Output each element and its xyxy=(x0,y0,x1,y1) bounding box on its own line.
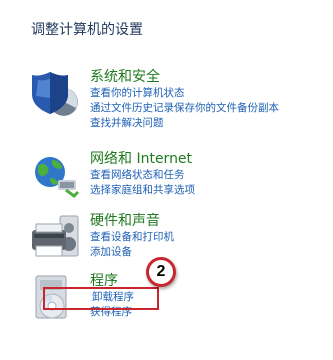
network-globe-icon[interactable] xyxy=(30,150,86,206)
step-number-badge: 2 xyxy=(146,257,176,287)
link-view-computer-status[interactable]: 查看你的计算机状态 xyxy=(90,86,279,101)
link-devices-printers[interactable]: 查看设备和打印机 xyxy=(90,230,174,245)
link-find-fix-problems[interactable]: 查找并解决问题 xyxy=(90,116,279,131)
link-homegroup-sharing[interactable]: 选择家庭组和共享选项 xyxy=(90,183,195,198)
printer-speaker-icon[interactable] xyxy=(30,212,86,268)
category-title-hardware-sound[interactable]: 硬件和声音 xyxy=(90,212,174,230)
page-title: 调整计算机的设置 xyxy=(31,22,143,38)
highlight-box xyxy=(43,287,159,310)
link-file-history-backup[interactable]: 通过文件历史记录保存你的文件备份副本 xyxy=(90,101,279,116)
category-title-network-internet[interactable]: 网络和 Internet xyxy=(90,150,195,168)
link-view-network-status[interactable]: 查看网络状态和任务 xyxy=(90,168,195,183)
category-title-system-security[interactable]: 系统和安全 xyxy=(90,68,279,86)
shield-icon[interactable] xyxy=(30,68,86,124)
